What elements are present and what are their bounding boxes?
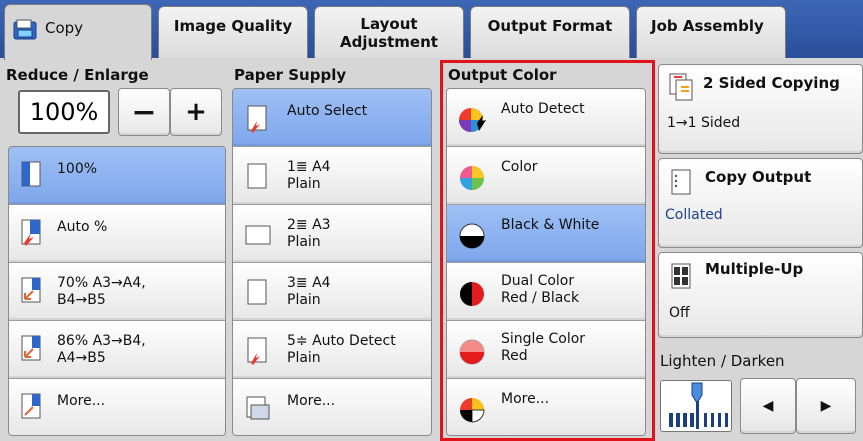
tray-3-line1: 3≣ A4 <box>287 275 331 291</box>
tab-copy-label: Copy <box>45 19 84 37</box>
tray-2-line1: 2≣ A3 <box>287 217 331 233</box>
document-icon <box>21 161 41 187</box>
zoom-more-label: More... <box>57 393 106 409</box>
paper-auto-select-label: Auto Select <box>287 103 368 119</box>
tray-2-line2: Plain <box>287 234 321 250</box>
tab-image-quality[interactable]: Image Quality <box>158 6 308 58</box>
tray-3-line2: Plain <box>287 292 321 308</box>
tab-output-format-label: Output Format <box>487 17 613 35</box>
ratio-86-line1: 86% A3→B4, <box>57 333 146 349</box>
density-slider[interactable] <box>660 380 732 432</box>
auto-percent-button[interactable]: Auto % <box>9 205 225 263</box>
custom-zoom-icon <box>21 393 41 419</box>
zoom-value-display: 100% <box>18 90 110 134</box>
tab-image-quality-label: Image Quality <box>173 17 293 35</box>
portrait-paper-icon <box>247 163 267 189</box>
paper-more-label: More... <box>287 393 336 409</box>
paper-supply-list: Auto Select 1≣ A4 Plain 2≣ A3 Plain 3≣ A… <box>232 88 432 436</box>
ratio-70-line2: B4→B5 <box>57 292 106 308</box>
tray-1-button[interactable]: 1≣ A4 Plain <box>233 147 431 205</box>
copy-output-button[interactable]: Copy Output Collated <box>658 158 863 248</box>
tab-job-assembly-label: Job Assembly <box>651 17 764 35</box>
multiple-up-value: Off <box>669 305 690 321</box>
two-sided-copying-value: 1→1 Sided <box>667 115 741 131</box>
ratio-100-label: 100% <box>57 161 98 177</box>
two-sided-copying-title: 2 Sided Copying <box>703 74 840 92</box>
reduce-icon <box>21 335 41 361</box>
tray-3-label: 3≣ A4 Plain <box>287 275 331 309</box>
ratio-70-label: 70% A3→A4, B4→B5 <box>57 275 146 309</box>
lighten-darken-label: Lighten / Darken <box>660 352 785 370</box>
multiple-up-button[interactable]: Multiple-Up Off <box>658 252 863 338</box>
zoom-more-button[interactable]: More... <box>9 379 225 435</box>
tray-2-label: 2≣ A3 Plain <box>287 217 331 251</box>
tray-5-button[interactable]: 5≑ Auto Detect Plain <box>233 321 431 379</box>
bypass-auto-icon <box>247 337 267 365</box>
copy-output-title: Copy Output <box>705 168 812 186</box>
ratio-70-line1: 70% A3→A4, <box>57 275 146 291</box>
ratio-100-button[interactable]: 100% <box>9 147 225 205</box>
density-scale-icon <box>669 382 728 429</box>
auto-zoom-icon <box>21 219 41 246</box>
tray-5-label: 5≑ Auto Detect Plain <box>287 333 396 367</box>
tab-layout-label: Layout Adjustment <box>340 15 438 51</box>
tray-1-line2: Plain <box>287 176 321 192</box>
tab-layout-line1: Layout <box>360 15 418 33</box>
portrait-paper-icon <box>247 279 267 305</box>
reduce-icon <box>21 277 41 303</box>
plus-icon: + <box>185 97 207 127</box>
reduce-enlarge-list: 100% Auto % 70% A3→A4, B4→B5 86% A3→B4, … <box>8 146 226 436</box>
landscape-paper-icon <box>245 225 271 245</box>
ratio-70-button[interactable]: 70% A3→A4, B4→B5 <box>9 263 225 321</box>
tray-5-line2: Plain <box>287 350 321 366</box>
tab-copy[interactable]: Copy <box>4 4 152 60</box>
tab-layout-adjustment[interactable]: Layout Adjustment <box>314 6 464 58</box>
right-arrow-icon: ▶ <box>820 398 832 414</box>
lighten-button[interactable]: ◀ <box>740 378 796 434</box>
paper-tray-icon <box>246 396 270 420</box>
tab-output-format[interactable]: Output Format <box>470 6 630 58</box>
output-color-highlight <box>440 60 655 441</box>
ratio-86-line2: A4→B5 <box>57 350 106 366</box>
left-arrow-icon: ◀ <box>762 398 774 414</box>
paper-auto-icon <box>247 105 267 133</box>
duplex-icon <box>669 73 693 101</box>
tray-1-line1: 1≣ A4 <box>287 159 331 175</box>
paper-supply-label: Paper Supply <box>234 66 347 84</box>
zoom-plus-button[interactable]: + <box>170 88 222 136</box>
copy-icon <box>13 19 37 40</box>
copy-output-icon <box>671 169 691 195</box>
two-sided-copying-button[interactable]: 2 Sided Copying 1→1 Sided <box>658 64 863 154</box>
auto-percent-label: Auto % <box>57 219 108 235</box>
minus-icon: − <box>131 94 157 130</box>
tray-2-button[interactable]: 2≣ A3 Plain <box>233 205 431 263</box>
copy-output-value: Collated <box>665 207 723 223</box>
tray-5-line1: 5≑ Auto Detect <box>287 333 396 349</box>
tab-layout-line2: Adjustment <box>340 33 438 51</box>
darken-button[interactable]: ▶ <box>796 378 856 434</box>
tray-3-button[interactable]: 3≣ A4 Plain <box>233 263 431 321</box>
multiple-up-title: Multiple-Up <box>705 260 804 278</box>
zoom-minus-button[interactable]: − <box>118 88 170 136</box>
ratio-86-button[interactable]: 86% A3→B4, A4→B5 <box>9 321 225 379</box>
tray-1-label: 1≣ A4 Plain <box>287 159 331 193</box>
multiple-up-icon <box>671 263 691 289</box>
paper-auto-select-button[interactable]: Auto Select <box>233 89 431 147</box>
tab-job-assembly[interactable]: Job Assembly <box>636 6 786 58</box>
ratio-86-label: 86% A3→B4, A4→B5 <box>57 333 146 367</box>
reduce-enlarge-label: Reduce / Enlarge <box>6 66 149 84</box>
paper-more-button[interactable]: More... <box>233 379 431 435</box>
